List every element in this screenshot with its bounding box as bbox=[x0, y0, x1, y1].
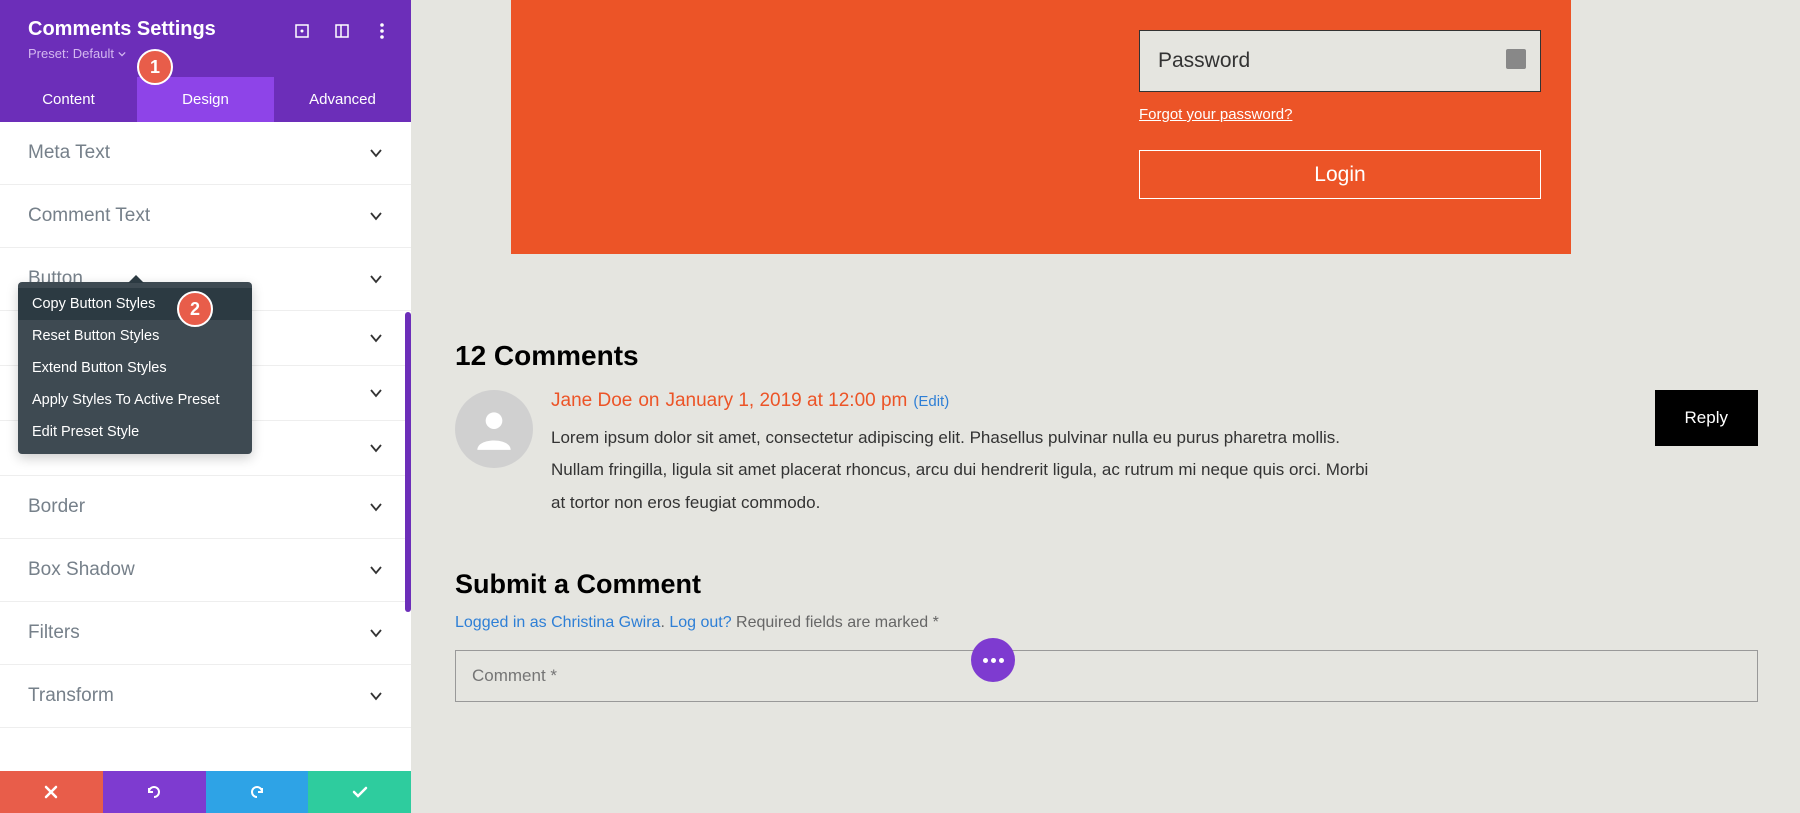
preset-label: Preset: Default bbox=[28, 46, 114, 61]
chevron-down-icon bbox=[369, 500, 383, 514]
chevron-down-icon bbox=[369, 146, 383, 160]
dot-icon bbox=[983, 658, 988, 663]
preview-canvas: Member to Join the Discussion! Password … bbox=[411, 0, 1800, 813]
chevron-down-icon bbox=[369, 626, 383, 640]
chevron-down-icon bbox=[369, 689, 383, 703]
login-button[interactable]: Login bbox=[1139, 150, 1541, 199]
section-meta-text[interactable]: Meta Text bbox=[0, 122, 411, 185]
redo-icon bbox=[248, 783, 266, 801]
preset-selector[interactable]: Preset: Default bbox=[28, 46, 126, 61]
submit-title: Submit a Comment bbox=[455, 569, 1758, 600]
reply-button[interactable]: Reply bbox=[1655, 390, 1758, 446]
avatar bbox=[455, 390, 533, 468]
expand-icon[interactable] bbox=[293, 22, 311, 40]
panel-icon[interactable] bbox=[333, 22, 351, 40]
submit-comment-section: Submit a Comment Logged in as Christina … bbox=[455, 569, 1758, 702]
comments-section: 12 Comments Jane Doe on January 1, 2019 … bbox=[455, 340, 1758, 702]
section-comment-text[interactable]: Comment Text bbox=[0, 185, 411, 248]
save-button[interactable] bbox=[308, 771, 411, 813]
tab-content[interactable]: Content bbox=[0, 77, 137, 122]
forgot-password-link[interactable]: Forgot your password? bbox=[1139, 106, 1292, 123]
settings-sidebar: Comments Settings Preset: Default 1 Cont… bbox=[0, 0, 411, 813]
password-manager-icon[interactable] bbox=[1506, 49, 1526, 69]
sidebar-footer bbox=[0, 771, 411, 813]
submit-meta: Logged in as Christina Gwira. Log out? R… bbox=[455, 614, 1758, 632]
comment-edit-link[interactable]: (Edit) bbox=[913, 393, 949, 410]
comment-body: Jane Doe on January 1, 2019 at 12:00 pm … bbox=[551, 390, 1637, 519]
user-icon bbox=[469, 404, 519, 454]
tab-advanced[interactable]: Advanced bbox=[274, 77, 411, 122]
menu-arrow bbox=[128, 275, 144, 283]
comments-count: 12 Comments bbox=[455, 340, 1758, 372]
ctx-edit-preset[interactable]: Edit Preset Style bbox=[18, 416, 252, 448]
chevron-down-icon bbox=[369, 441, 383, 455]
comment-date-on: on bbox=[638, 390, 659, 412]
required-note: Required fields are marked * bbox=[732, 614, 939, 631]
comment-text: Lorem ipsum dolor sit amet, consectetur … bbox=[551, 422, 1381, 519]
comment-author[interactable]: Jane Doe bbox=[551, 390, 632, 412]
section-border[interactable]: Border bbox=[0, 476, 411, 539]
comment-meta: Jane Doe on January 1, 2019 at 12:00 pm … bbox=[551, 390, 1637, 412]
section-transform[interactable]: Transform bbox=[0, 665, 411, 728]
chevron-down-icon bbox=[369, 331, 383, 345]
comment-textarea[interactable] bbox=[455, 650, 1758, 702]
password-placeholder: Password bbox=[1158, 49, 1250, 73]
section-box-shadow[interactable]: Box Shadow bbox=[0, 539, 411, 602]
fab-more-button[interactable] bbox=[971, 638, 1015, 682]
ctx-apply-preset[interactable]: Apply Styles To Active Preset bbox=[18, 384, 252, 416]
more-icon[interactable] bbox=[373, 22, 391, 40]
comment-item: Jane Doe on January 1, 2019 at 12:00 pm … bbox=[455, 390, 1758, 519]
settings-tabs: Content Design Advanced bbox=[0, 77, 411, 122]
banner-heading: Member to Join the Discussion! bbox=[541, 0, 1121, 227]
chevron-down-icon bbox=[369, 272, 383, 286]
logout-link[interactable]: Log out? bbox=[669, 614, 731, 631]
logged-in-link[interactable]: Logged in as Christina Gwira bbox=[455, 614, 660, 631]
login-banner: Member to Join the Discussion! Password … bbox=[511, 0, 1571, 254]
ctx-copy-styles[interactable]: Copy Button Styles bbox=[18, 288, 252, 320]
dot-icon bbox=[991, 658, 996, 663]
section-filters[interactable]: Filters bbox=[0, 602, 411, 665]
password-field[interactable]: Password bbox=[1139, 30, 1541, 92]
callout-badge-1: 1 bbox=[137, 49, 173, 85]
chevron-down-icon bbox=[369, 209, 383, 223]
button-context-menu: Copy Button Styles Reset Button Styles E… bbox=[18, 282, 252, 454]
chevron-down-icon bbox=[118, 50, 126, 58]
close-icon bbox=[43, 784, 59, 800]
login-form: Password Forgot your password? Login bbox=[1121, 0, 1541, 227]
chevron-down-icon bbox=[369, 386, 383, 400]
comment-date: January 1, 2019 at 12:00 pm bbox=[665, 390, 907, 412]
undo-icon bbox=[145, 783, 163, 801]
sidebar-header: Comments Settings Preset: Default 1 bbox=[0, 0, 411, 77]
ctx-reset-styles[interactable]: Reset Button Styles bbox=[18, 320, 252, 352]
undo-button[interactable] bbox=[103, 771, 206, 813]
chevron-down-icon bbox=[369, 563, 383, 577]
check-icon bbox=[351, 783, 369, 801]
dot-icon bbox=[999, 658, 1004, 663]
callout-badge-2: 2 bbox=[177, 291, 213, 327]
ctx-extend-styles[interactable]: Extend Button Styles bbox=[18, 352, 252, 384]
close-button[interactable] bbox=[0, 771, 103, 813]
redo-button[interactable] bbox=[206, 771, 309, 813]
header-icons bbox=[293, 22, 391, 40]
